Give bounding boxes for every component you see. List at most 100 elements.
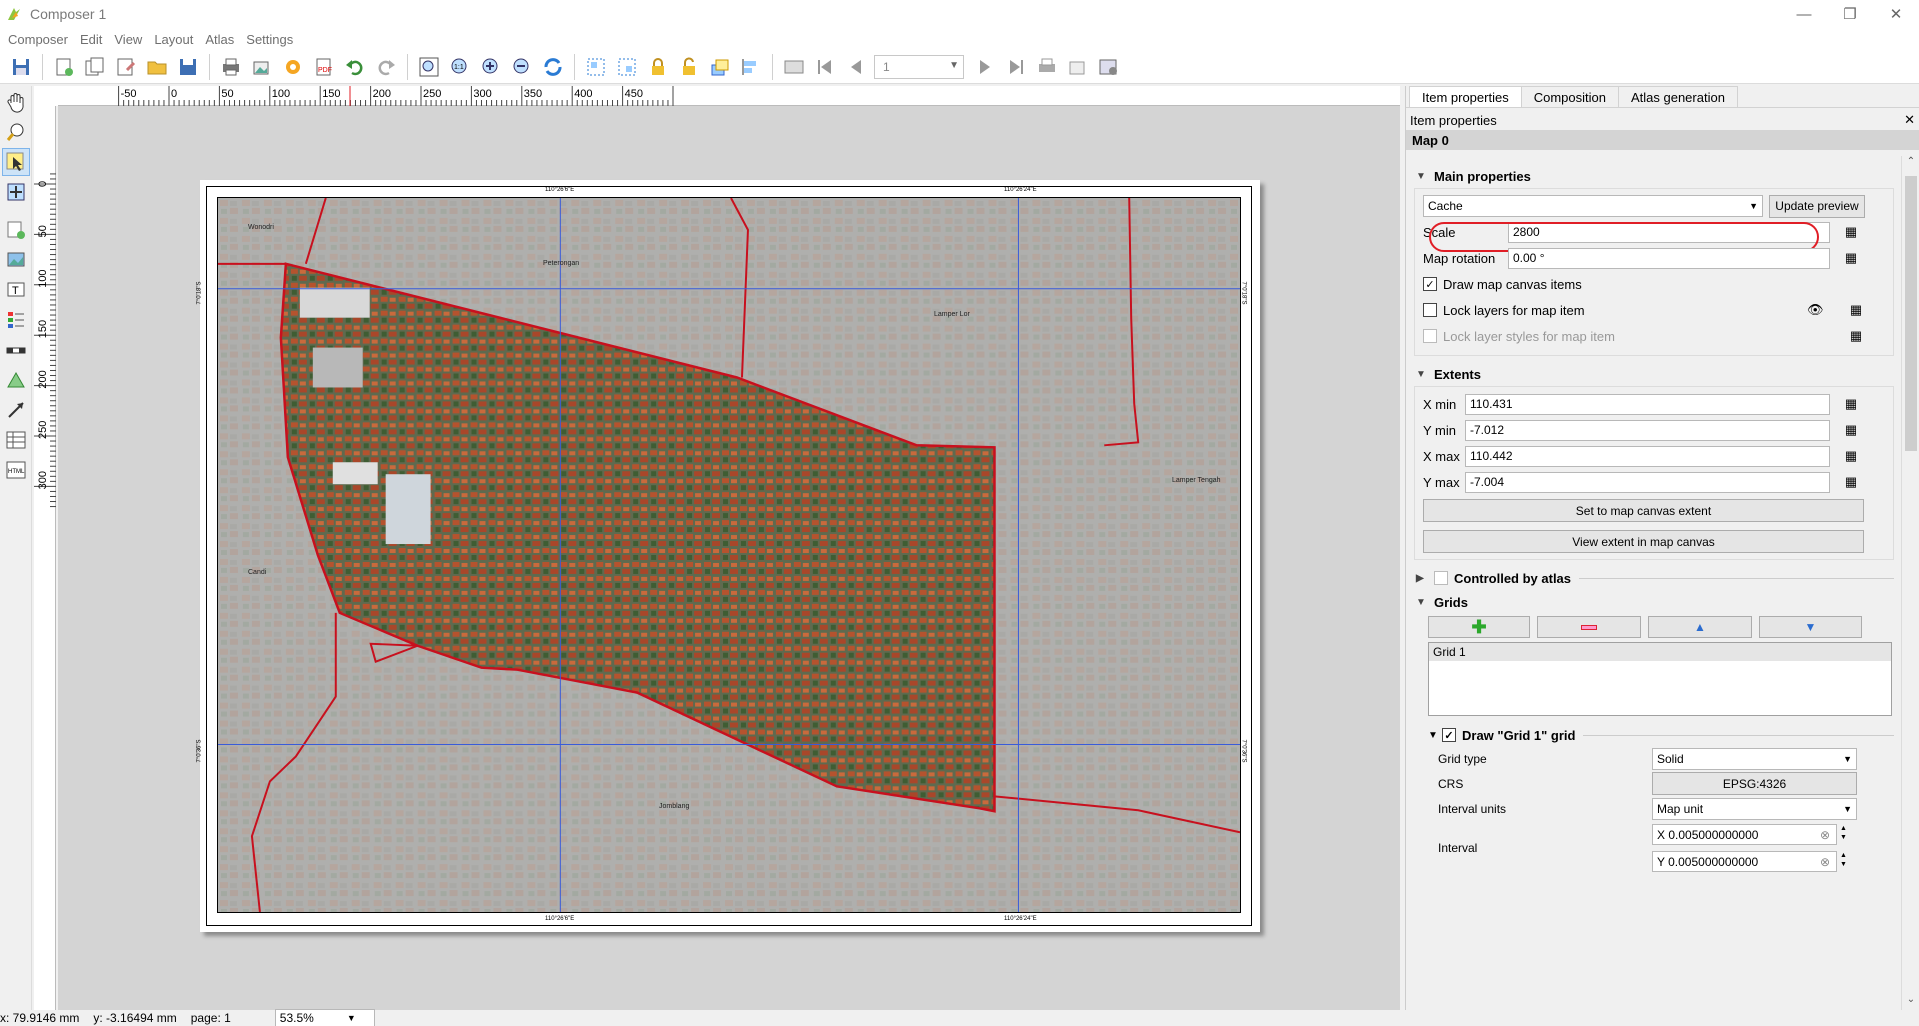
interval-y-input[interactable]: Y 0.005000000000 ⊗: [1652, 851, 1837, 872]
new-composer-icon[interactable]: [51, 54, 77, 80]
add-grid-button[interactable]: ✚: [1428, 616, 1530, 638]
zoom-in-icon[interactable]: [478, 54, 504, 80]
composer-manager-icon[interactable]: [113, 54, 139, 80]
redo-icon[interactable]: [373, 54, 399, 80]
save-template-icon[interactable]: [175, 54, 201, 80]
close-icon[interactable]: ✕: [1904, 112, 1915, 128]
add-image-icon[interactable]: [2, 246, 30, 274]
select-move-icon[interactable]: [2, 148, 30, 176]
panel-scrollbar[interactable]: ⌃ ⌄: [1901, 156, 1919, 1010]
zoom-tool-icon[interactable]: [2, 118, 30, 146]
data-defined-override-icon[interactable]: ▦: [1838, 420, 1864, 440]
raise-items-icon[interactable]: [707, 54, 733, 80]
move-content-icon[interactable]: [2, 178, 30, 206]
duplicate-composer-icon[interactable]: [82, 54, 108, 80]
first-feature-icon[interactable]: [812, 54, 838, 80]
clear-icon[interactable]: ⊗: [1820, 828, 1830, 842]
add-map-icon[interactable]: [2, 216, 30, 244]
interval-y-spinner-icon[interactable]: ▲ ▼: [1840, 851, 1847, 869]
add-html-frame-icon[interactable]: HTML: [2, 456, 30, 484]
tab-item-properties[interactable]: Item properties: [1409, 86, 1522, 107]
lock-styles-checkbox[interactable]: [1423, 329, 1437, 343]
atlas-settings-icon[interactable]: [1096, 54, 1122, 80]
draw-grid-header[interactable]: ▼ ✓ Draw "Grid 1" grid: [1428, 724, 1902, 746]
draw-grid-checkbox[interactable]: ✓: [1442, 728, 1456, 742]
extents-header[interactable]: ▼ Extents: [1406, 362, 1902, 386]
export-atlas-icon[interactable]: [1065, 54, 1091, 80]
move-grid-up-button[interactable]: ▲: [1648, 616, 1752, 638]
atlas-page-spinbox[interactable]: 1 ▼: [874, 54, 964, 79]
data-defined-override-icon[interactable]: ▦: [1843, 326, 1869, 346]
crs-button[interactable]: EPSG:4326: [1652, 772, 1857, 795]
draw-canvas-items-checkbox[interactable]: ✓: [1423, 277, 1437, 291]
grids-header[interactable]: ▼ Grids: [1406, 590, 1902, 614]
data-defined-override-icon[interactable]: ▦: [1838, 248, 1864, 268]
data-defined-override-icon[interactable]: ▦: [1843, 300, 1869, 320]
close-icon[interactable]: ✕: [1873, 0, 1919, 28]
view-extent-button[interactable]: View extent in map canvas: [1423, 530, 1864, 553]
main-properties-header[interactable]: ▼ Main properties: [1406, 164, 1902, 188]
refresh-icon[interactable]: [540, 54, 566, 80]
add-shape-icon[interactable]: [2, 366, 30, 394]
align-items-icon[interactable]: [738, 54, 764, 80]
map-item[interactable]: Wonodri Peterongan Lamper Lor Lamper Ten…: [217, 197, 1241, 913]
zoom-100-icon[interactable]: 1:1: [447, 54, 473, 80]
menu-settings[interactable]: Settings: [242, 32, 301, 47]
grid-list[interactable]: Grid 1: [1428, 642, 1892, 716]
save-icon[interactable]: [8, 54, 34, 80]
minimize-icon[interactable]: —: [1781, 0, 1827, 28]
zoom-full-icon[interactable]: [416, 54, 442, 80]
group-items-icon[interactable]: [583, 54, 609, 80]
composer-page[interactable]: Wonodri Peterongan Lamper Lor Lamper Ten…: [197, 180, 1260, 932]
atlas-header[interactable]: ▶ Controlled by atlas: [1406, 566, 1902, 590]
tab-composition[interactable]: Composition: [1520, 86, 1619, 107]
lock-items-icon[interactable]: [645, 54, 671, 80]
cache-mode-select[interactable]: Cache ▼: [1423, 195, 1763, 217]
print-atlas-icon[interactable]: [1034, 54, 1060, 80]
scrollbar-thumb[interactable]: [1905, 176, 1917, 451]
export-svg-icon[interactable]: [280, 54, 306, 80]
grid-list-item[interactable]: Grid 1: [1429, 643, 1891, 661]
scroll-down-icon[interactable]: ⌄: [1902, 994, 1919, 1010]
composer-canvas[interactable]: Wonodri Peterongan Lamper Lor Lamper Ten…: [58, 106, 1400, 1010]
grid-type-select[interactable]: Solid ▼: [1652, 747, 1857, 770]
previous-feature-icon[interactable]: [843, 54, 869, 80]
next-feature-icon[interactable]: [972, 54, 998, 80]
restore-icon[interactable]: ❐: [1827, 0, 1873, 28]
export-image-icon[interactable]: [249, 54, 275, 80]
menu-composer[interactable]: Composer: [4, 32, 76, 47]
data-defined-override-icon[interactable]: ▦: [1838, 446, 1864, 466]
zoom-level-select[interactable]: 53.5% ▼: [274, 1009, 375, 1026]
visibility-presets-icon[interactable]: 👁: [1807, 302, 1824, 318]
menu-layout[interactable]: Layout: [150, 32, 201, 47]
last-feature-icon[interactable]: [1003, 54, 1029, 80]
zoom-out-icon[interactable]: [509, 54, 535, 80]
undo-icon[interactable]: [342, 54, 368, 80]
tab-atlas-generation[interactable]: Atlas generation: [1617, 86, 1738, 107]
menu-view[interactable]: View: [110, 32, 150, 47]
move-grid-down-button[interactable]: ▼: [1759, 616, 1862, 638]
add-legend-icon[interactable]: [2, 306, 30, 334]
clear-icon[interactable]: ⊗: [1820, 855, 1830, 869]
unlock-items-icon[interactable]: [676, 54, 702, 80]
remove-grid-button[interactable]: [1537, 616, 1641, 638]
pan-icon[interactable]: [2, 88, 30, 116]
data-defined-override-icon[interactable]: ▦: [1838, 394, 1864, 414]
menu-atlas[interactable]: Atlas: [201, 32, 242, 47]
interval-x-spinner-icon[interactable]: ▲ ▼: [1840, 824, 1847, 842]
controlled-by-atlas-checkbox[interactable]: [1434, 571, 1448, 585]
scroll-up-icon[interactable]: ⌃: [1902, 156, 1919, 172]
set-map-canvas-extent-button[interactable]: Set to map canvas extent: [1423, 499, 1864, 522]
add-attribute-table-icon[interactable]: [2, 426, 30, 454]
ymax-input[interactable]: -7.004: [1465, 471, 1830, 493]
add-scalebar-icon[interactable]: [2, 336, 30, 364]
export-pdf-icon[interactable]: PDF: [311, 54, 337, 80]
lock-layers-checkbox[interactable]: [1423, 303, 1437, 317]
atlas-preview-icon[interactable]: [781, 54, 807, 80]
add-arrow-icon[interactable]: [2, 396, 30, 424]
interval-x-input[interactable]: X 0.005000000000 ⊗: [1652, 824, 1837, 845]
interval-units-select[interactable]: Map unit ▼: [1652, 797, 1857, 820]
load-template-icon[interactable]: [144, 54, 170, 80]
data-defined-override-icon[interactable]: ▦: [1838, 222, 1864, 242]
print-icon[interactable]: [218, 54, 244, 80]
